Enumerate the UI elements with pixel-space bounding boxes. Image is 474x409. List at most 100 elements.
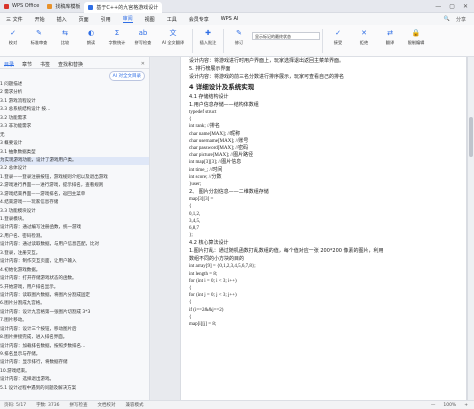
toc-item[interactable]: 4.结束游戏——玩家信息存储 <box>0 199 149 207</box>
word-count[interactable]: 字数: 3736 <box>36 402 59 408</box>
toc-item[interactable]: 10.游戏结束。 <box>0 368 149 376</box>
code-line: int rank; //排名 <box>189 124 220 130</box>
restrict-edit-button[interactable]: 🔒 限制编辑 <box>403 28 429 46</box>
toc-item[interactable]: 设计内容：制作交互页面，让用户输入 <box>0 258 149 266</box>
menu-home[interactable]: 开始 <box>35 16 45 23</box>
scrollbar-thumb[interactable] <box>469 117 473 157</box>
menu-file[interactable]: 三 文件 <box>6 16 23 23</box>
proofread-status[interactable]: 文档校对 <box>97 402 115 408</box>
toc-item[interactable]: 2.游戏进行界面——进行游戏，提示排名，查看规则 <box>0 182 149 190</box>
zoom-out-button[interactable]: — <box>431 403 436 408</box>
markup-display-select[interactable]: 显示标记的最终状态 <box>252 32 320 40</box>
paragraph: 5. 排行榜展示界面 <box>189 66 231 72</box>
tab-bookmarks[interactable]: 书签 <box>40 61 50 68</box>
toc-item[interactable]: 2.用户名、密码检测。 <box>0 233 149 241</box>
close-icon[interactable]: ✕ <box>141 61 145 67</box>
toc-item[interactable]: 3.游戏结束界面——游戏排名，返回主菜单 <box>0 191 149 199</box>
spell-check-button[interactable]: ab 拼写检查 <box>130 28 156 46</box>
tab-sections[interactable]: 章节 <box>22 61 32 68</box>
menu-wps-ai[interactable]: WPS AI <box>221 16 239 22</box>
paragraph: 4.1 存储结构设计 <box>189 94 229 100</box>
menu-view[interactable]: 视图 <box>145 16 155 23</box>
accept-button[interactable]: ✓ 接受 <box>325 28 351 46</box>
toc-item[interactable]: 7.图片移动。 <box>0 317 149 325</box>
vertical-scrollbar[interactable] <box>468 57 474 400</box>
button-label: 插入批注 <box>199 40 217 45</box>
document-page[interactable]: 设计内容：将游戏进行时用户界面上，玩家选择退出返回主菜单界面。 5. 排行榜展示界… <box>181 57 466 400</box>
page-indicator[interactable]: 页码: 5/17 <box>4 402 26 408</box>
menu-member[interactable]: 会员专享 <box>189 16 209 23</box>
compare-button[interactable]: ⇆ 比较 <box>52 28 78 46</box>
toc-item[interactable]: 设计内容：设计三个按钮，移动图片后 <box>0 326 149 334</box>
toc-item[interactable]: 3.2 功能需求 <box>0 115 149 123</box>
toc-item[interactable]: 无 <box>0 132 149 140</box>
standard-review-button[interactable]: ✎ 标准审查 <box>26 28 52 46</box>
tab-label: 基于C++的九宫格游戏设计 <box>96 4 159 11</box>
toc-item[interactable]: 设计内容：读取图片数据，将图片分割成固定 <box>0 292 149 300</box>
toc-item[interactable]: 3.登录，注册交互。 <box>0 250 149 258</box>
code-line: for (int j = 0; j < 3; j++) <box>189 293 237 299</box>
code-line: int score; //分数 <box>189 174 222 180</box>
toc-item[interactable]: 5.1 设计过程中遇到的问题及解决方案 <box>0 385 149 393</box>
insert-comment-button[interactable]: ✚ 插入批注 <box>195 28 221 46</box>
code-line: { <box>189 117 192 123</box>
toc-item[interactable]: 3.1 游戏流程设计 <box>0 98 149 106</box>
toc-item[interactable]: 设计内容：设计九宫格第一张图片切割成 3*3 <box>0 309 149 317</box>
button-label: 翻译 <box>385 40 395 45</box>
close-icon[interactable]: ✕ <box>463 3 468 10</box>
tab-template-library[interactable]: 找稿库模板 <box>43 1 84 12</box>
title-bar: WPS Office 找稿库模板 基于C++的九宫格游戏设计 — ▢ ✕ <box>0 0 474 13</box>
zoom-in-button[interactable]: + <box>464 403 468 408</box>
document-area[interactable]: 设计内容：将游戏进行时用户界面上，玩家选择退出返回主菜单界面。 5. 排行榜展示界… <box>151 57 474 400</box>
spell-check-status[interactable]: 拼写检查 <box>69 402 87 408</box>
toc-item[interactable]: 3.3 功能模块设计 <box>0 208 149 216</box>
toc-item[interactable]: 8.图片拼接完成，进入排名界面。 <box>0 334 149 342</box>
ai-toc-button[interactable]: AI 对全文目录 <box>108 71 145 81</box>
toc-item[interactable]: 6.图片分割成九宫格。 <box>0 300 149 308</box>
section-heading: 4 详细设计及系统实现 <box>189 83 255 91</box>
toc-item[interactable]: 设计内容：选择退出游戏。 <box>0 376 149 384</box>
toc-item[interactable]: 3.1 抽象数据类型 <box>0 149 149 157</box>
toc-item[interactable]: 1.登录——登录注册按钮，游戏规则介绍以及退出游戏 <box>0 174 149 182</box>
toc-item[interactable]: 1.登录模块。 <box>0 216 149 224</box>
navigation-pane: 目录 章节 书签 查找和替换 ✕ AI 对全文目录 1 问题描述 2 需求分析 … <box>0 57 150 400</box>
tab-wps-office[interactable]: WPS Office <box>0 1 43 12</box>
toc-item[interactable]: 3 概要设计 <box>0 140 149 148</box>
toc-item[interactable]: 设计内容：加载排名数据，按照步数排名… <box>0 343 149 351</box>
toc-item[interactable]: 9.排名显示与存储。 <box>0 351 149 359</box>
toc-item[interactable]: 3.3 非功能需求 <box>0 123 149 131</box>
tab-find-replace[interactable]: 查找和替换 <box>58 61 83 68</box>
menu-insert[interactable]: 插入 <box>57 16 67 23</box>
read-aloud-button[interactable]: ◐ 朗读 <box>78 28 104 46</box>
minimize-icon[interactable]: — <box>435 3 441 10</box>
search-icon[interactable]: 🔍 <box>444 16 450 23</box>
toc-item[interactable]: 设计内容：显示排行，将数据存储 <box>0 359 149 367</box>
toc-item[interactable]: 3.3 总系统结构设计 按… <box>0 106 149 114</box>
toc-item[interactable]: 5.开始游戏，用户排名显示。 <box>0 284 149 292</box>
toc-item[interactable]: 设计内容：打开存储游戏状态的函数。 <box>0 275 149 283</box>
share-button[interactable]: 分享 <box>456 16 466 23</box>
reject-button[interactable]: ✕ 拒绝 <box>351 28 377 46</box>
ai-translate-button[interactable]: 文 AI 全文翻译 <box>156 28 190 46</box>
menu-page[interactable]: 页面 <box>79 16 89 23</box>
maximize-icon[interactable]: ▢ <box>449 3 455 10</box>
toc-item[interactable]: 1 问题描述 <box>0 81 149 89</box>
document-icon <box>88 4 94 10</box>
menu-review[interactable]: 审阅 <box>122 15 133 23</box>
toc-item[interactable]: 2 需求分析 <box>0 89 149 97</box>
menu-reference[interactable]: 引用 <box>101 16 111 23</box>
menu-tools[interactable]: 工具 <box>167 16 177 23</box>
toc-item[interactable]: 4.初始化游戏数据。 <box>0 267 149 275</box>
review-ribbon: ✓ 校对 ✎ 标准审查 ⇆ 比较 ◐ 朗读 Σ 字数统计 ab 拼写检查 文 AI 全文翻译 … <box>0 25 474 57</box>
zoom-level[interactable]: 100% <box>443 403 456 408</box>
track-changes-button[interactable]: ✎ 修订 <box>226 28 252 46</box>
toc-item[interactable]: 3.2 总体设计 <box>0 165 149 173</box>
proofread-button[interactable]: ✓ 校对 <box>0 28 26 46</box>
word-count-button[interactable]: Σ 字数统计 <box>104 28 130 46</box>
tab-toc[interactable]: 目录 <box>4 61 15 68</box>
translate-button[interactable]: ⇄ 翻译 <box>377 28 403 46</box>
tab-document[interactable]: 基于C++的九宫格游戏设计 <box>84 1 163 13</box>
toc-item[interactable]: 为实现游戏功能，设计了游戏用户类。 <box>0 156 149 166</box>
toc-item[interactable]: 设计内容：通过读取数据，与用户信息匹配，比对 <box>0 241 149 249</box>
toc-item[interactable]: 设计内容：通过编写注册函数，统一游戏 <box>0 224 149 232</box>
